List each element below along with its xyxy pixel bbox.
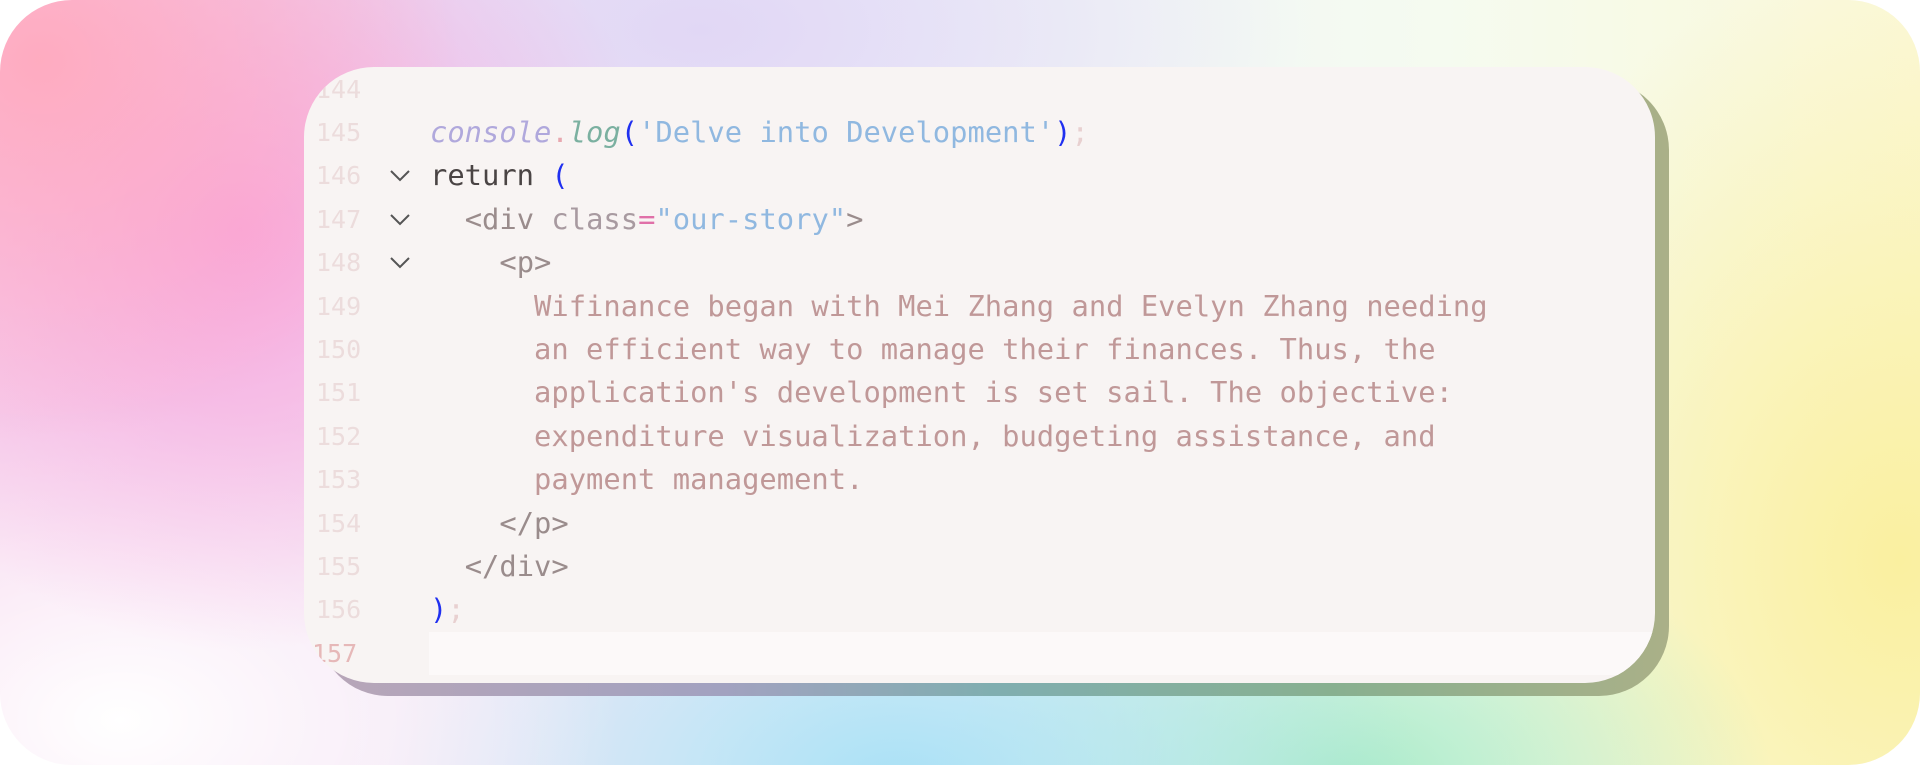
line-number: 146 <box>316 161 362 191</box>
token-attr: class <box>551 201 639 236</box>
line-number: 155 <box>316 551 362 581</box>
line-number: 150 <box>316 334 362 364</box>
current-line-highlight <box>429 632 1655 676</box>
token-text: expenditure visualization, budgeting ass… <box>534 418 1436 453</box>
chevron-down-icon[interactable] <box>388 154 412 197</box>
token-dot: . <box>551 114 569 149</box>
token-text: payment management. <box>534 462 864 497</box>
line-number: 153 <box>316 465 362 495</box>
code-line: 144 <box>304 68 1655 111</box>
token-tag: </div> <box>464 548 569 583</box>
code-line: 149 Wifinance began with Mei Zhang and E… <box>304 285 1655 328</box>
line-number: 147 <box>316 204 362 234</box>
code-line: 154 </p> <box>304 502 1655 545</box>
token-keyword: return <box>430 158 535 193</box>
token-paren: ) <box>1054 114 1072 149</box>
code-line: 153 payment management. <box>304 458 1655 501</box>
code-line: 155 </div> <box>304 545 1655 588</box>
line-number: 152 <box>316 421 362 451</box>
code-line: 156); <box>304 588 1655 631</box>
token-text: an efficient way to manage their finance… <box>534 331 1436 366</box>
code-line: 151 application's development is set sai… <box>304 371 1655 414</box>
code-line: 148 <p> <box>304 241 1655 284</box>
token-object: console <box>430 114 552 149</box>
token-semicolon: ; <box>1071 114 1089 149</box>
token-tag: > <box>846 201 864 236</box>
token-text: application's development is set sail. T… <box>534 375 1453 410</box>
code-editor[interactable]: 144 145 console.log('Delve into Developme… <box>304 67 1655 683</box>
code-line: 152 expenditure visualization, budgeting… <box>304 415 1655 458</box>
chevron-down-icon[interactable] <box>388 241 412 284</box>
line-number: 151 <box>316 378 362 408</box>
token-paren: ( <box>551 158 569 193</box>
line-number: 149 <box>316 291 362 321</box>
token-string: 'Delve into Development' <box>638 114 1055 149</box>
token-tag: <div <box>464 201 535 236</box>
token-paren: ( <box>620 114 639 149</box>
token-eq: = <box>638 201 656 236</box>
token-text: Wifinance began with Mei Zhang and Evely… <box>534 288 1488 323</box>
token-tag: </p> <box>499 505 569 540</box>
token-string: "our-story" <box>655 201 847 236</box>
token-paren: ) <box>430 592 448 627</box>
chevron-down-icon[interactable] <box>388 198 412 241</box>
token-method: log <box>568 114 621 149</box>
code-line: 150 an efficient way to manage their fin… <box>304 328 1655 371</box>
code-line: 146 return ( <box>304 154 1655 197</box>
token-semicolon: ; <box>447 592 465 627</box>
line-number: 156 <box>316 595 362 625</box>
line-number: 148 <box>316 248 362 278</box>
line-number: 154 <box>316 508 362 538</box>
line-number: 145 <box>316 117 362 147</box>
current-line[interactable]: 157 <box>304 632 1655 676</box>
code-line: 145 console.log('Delve into Development')… <box>304 111 1655 154</box>
token-tag: <p> <box>499 245 552 280</box>
line-number: 157 <box>312 639 358 668</box>
code-line: 147 <div class="our-story"> <box>304 198 1655 241</box>
line-number: 144 <box>316 74 362 104</box>
